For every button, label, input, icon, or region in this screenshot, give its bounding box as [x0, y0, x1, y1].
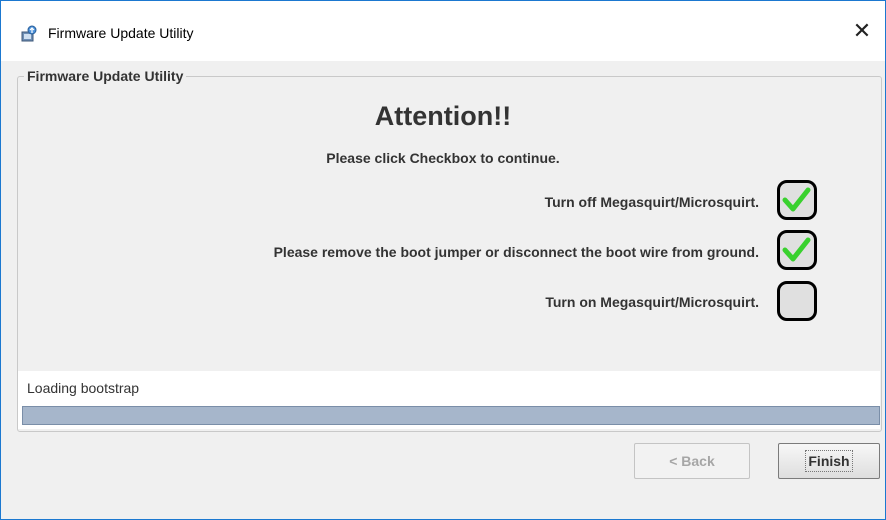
step-label-turn-off: Turn off Megasquirt/Microsquirt. — [544, 194, 759, 210]
checkmark-icon — [782, 187, 811, 212]
back-button[interactable]: < Back — [634, 443, 750, 479]
status-text: Loading bootstrap — [27, 380, 140, 396]
attention-heading: Attention!! — [374, 101, 512, 131]
group-title: Firmware Update Utility — [24, 68, 187, 84]
step-label-remove-jumper: Please remove the boot jumper or disconn… — [273, 244, 759, 260]
title-bar[interactable]: Firmware Update Utility ✕ — [1, 1, 885, 61]
close-icon: ✕ — [852, 19, 872, 44]
firmware-update-window: Firmware Update Utility ✕ Firmware Updat… — [0, 0, 886, 520]
finish-button-label: Finish — [805, 450, 853, 472]
finish-button[interactable]: Finish — [778, 443, 880, 479]
step-checkbox-turn-on[interactable] — [777, 281, 817, 321]
checkmark-icon — [782, 237, 811, 262]
progress-bar — [22, 406, 880, 425]
progress-fill — [23, 407, 879, 424]
step-label-turn-on: Turn on Megasquirt/Microsquirt. — [545, 294, 759, 310]
window-title: Firmware Update Utility — [48, 25, 194, 41]
step-checkbox-turn-off[interactable] — [777, 180, 817, 220]
instruction-text: Please click Checkbox to continue. — [326, 150, 560, 166]
installer-icon — [21, 25, 37, 42]
step-checkbox-remove-jumper[interactable] — [777, 230, 817, 270]
close-button[interactable]: ✕ — [839, 13, 885, 51]
